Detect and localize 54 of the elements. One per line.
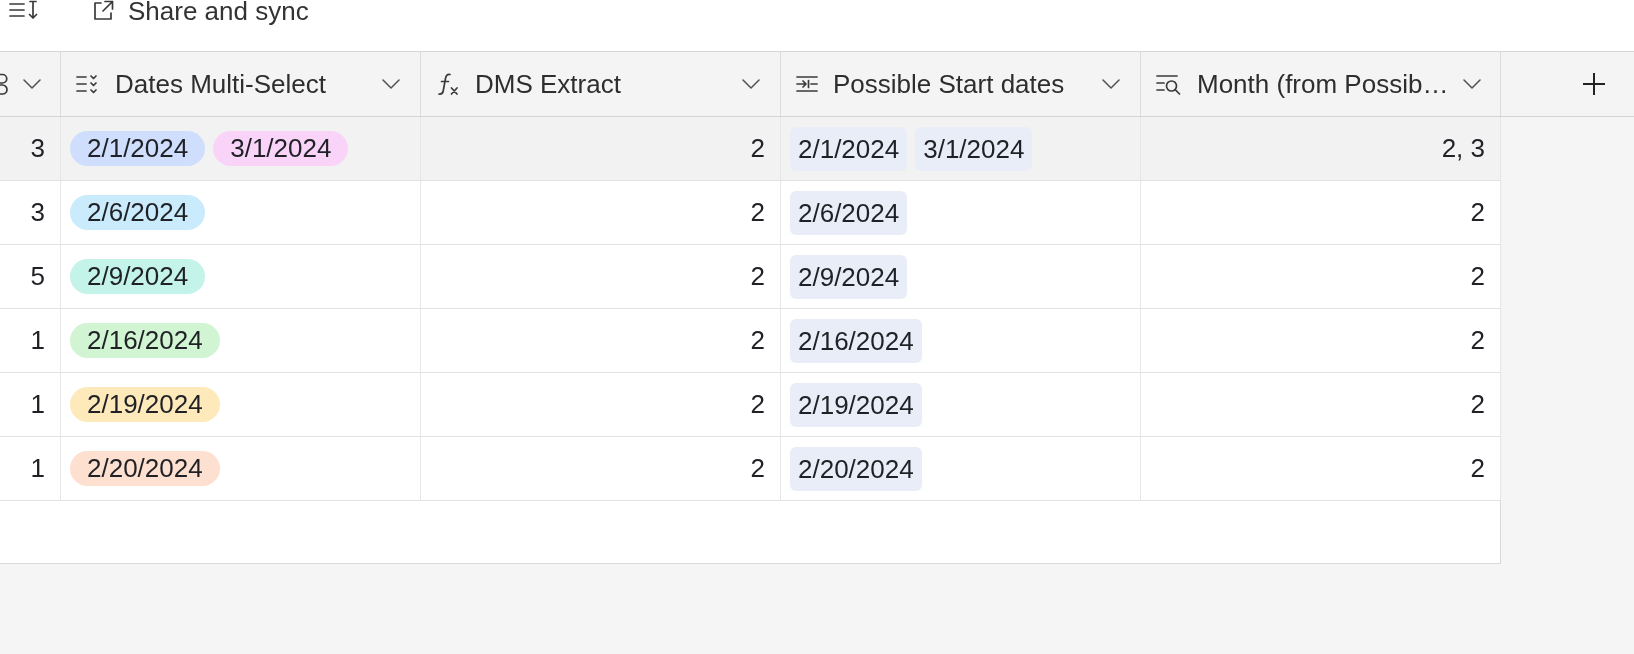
- linked-record-chip[interactable]: 2/6/2024: [790, 190, 908, 235]
- date-tag: 2/1/2024: [70, 131, 206, 166]
- table-row[interactable]: 3 2/1/2024 3/1/2024 2 2/1/2024 3/1/2024 2, 3: [0, 117, 1501, 181]
- column-header[interactable]: DMS Extract: [421, 52, 781, 116]
- date-tag: 2/19/2024: [70, 387, 220, 422]
- table-cell: 2: [1141, 309, 1501, 372]
- table-cell: 2, 3: [1141, 117, 1501, 180]
- list-chevrons-icon: [76, 74, 100, 94]
- arrow-lines-icon: [796, 75, 818, 93]
- table-cell: 2: [421, 245, 781, 308]
- table-cell: 2: [421, 437, 781, 500]
- date-tag: 2/16/2024: [70, 323, 220, 358]
- linked-record-chip[interactable]: 2/9/2024: [790, 254, 908, 299]
- table-cell: 1: [0, 373, 61, 436]
- chevron-down-icon[interactable]: [1463, 79, 1482, 89]
- table-cell: 2: [421, 181, 781, 244]
- chevron-down-icon[interactable]: [1102, 79, 1120, 89]
- date-tag: 3/1/2024: [213, 131, 349, 166]
- formula-icon: [436, 72, 460, 96]
- table-cell: 1: [0, 437, 61, 500]
- table-cell: 3: [0, 117, 61, 180]
- date-tag: 2/9/2024: [70, 259, 206, 294]
- lines-arrow-icon[interactable]: [9, 0, 39, 20]
- linked-record-chip[interactable]: 2/19/2024: [790, 382, 922, 427]
- table-cell: 2: [1141, 245, 1501, 308]
- chevron-down-icon[interactable]: [23, 79, 41, 89]
- linked-record-chip[interactable]: 2/20/2024: [790, 446, 922, 491]
- linked-record-chip[interactable]: 2/1/2024: [790, 126, 908, 171]
- date-tag: 2/20/2024: [70, 451, 220, 486]
- table-cell: 2: [1141, 373, 1501, 436]
- linked-record-chip[interactable]: 2/16/2024: [790, 318, 922, 363]
- table-cell: 2: [1141, 437, 1501, 500]
- table-row[interactable]: 1 2/19/2024 2 2/19/2024 2: [0, 373, 1501, 437]
- table-row[interactable]: 1 2/16/2024 2 2/16/2024 2: [0, 309, 1501, 373]
- share-icon: [92, 0, 114, 20]
- table-row[interactable]: 1 2/20/2024 2 2/20/2024 2: [0, 437, 1501, 501]
- table-row[interactable]: 3 2/6/2024 2 2/6/2024 2: [0, 181, 1501, 245]
- table-row[interactable]: 5 2/9/2024 2 2/9/2024 2: [0, 245, 1501, 309]
- column-header[interactable]: Dates Multi-Select: [61, 52, 421, 116]
- table-cell: 2: [421, 373, 781, 436]
- date-tag: 2/6/2024: [70, 195, 206, 230]
- table-cell: 2: [421, 309, 781, 372]
- table-cell: 2: [1141, 181, 1501, 244]
- cropped-icon: [0, 72, 8, 96]
- linked-record-chip[interactable]: 3/1/2024: [915, 126, 1033, 171]
- column-header[interactable]: Possible Start dates: [781, 52, 1141, 116]
- table-cell: 1: [0, 309, 61, 372]
- list-search-icon: [1156, 73, 1182, 95]
- chevron-down-icon[interactable]: [742, 79, 760, 89]
- table-cell: 5: [0, 245, 61, 308]
- table-cell: 3: [0, 181, 61, 244]
- plus-icon: [1582, 72, 1606, 96]
- chevron-down-icon[interactable]: [382, 79, 400, 89]
- table-cell: 2: [421, 117, 781, 180]
